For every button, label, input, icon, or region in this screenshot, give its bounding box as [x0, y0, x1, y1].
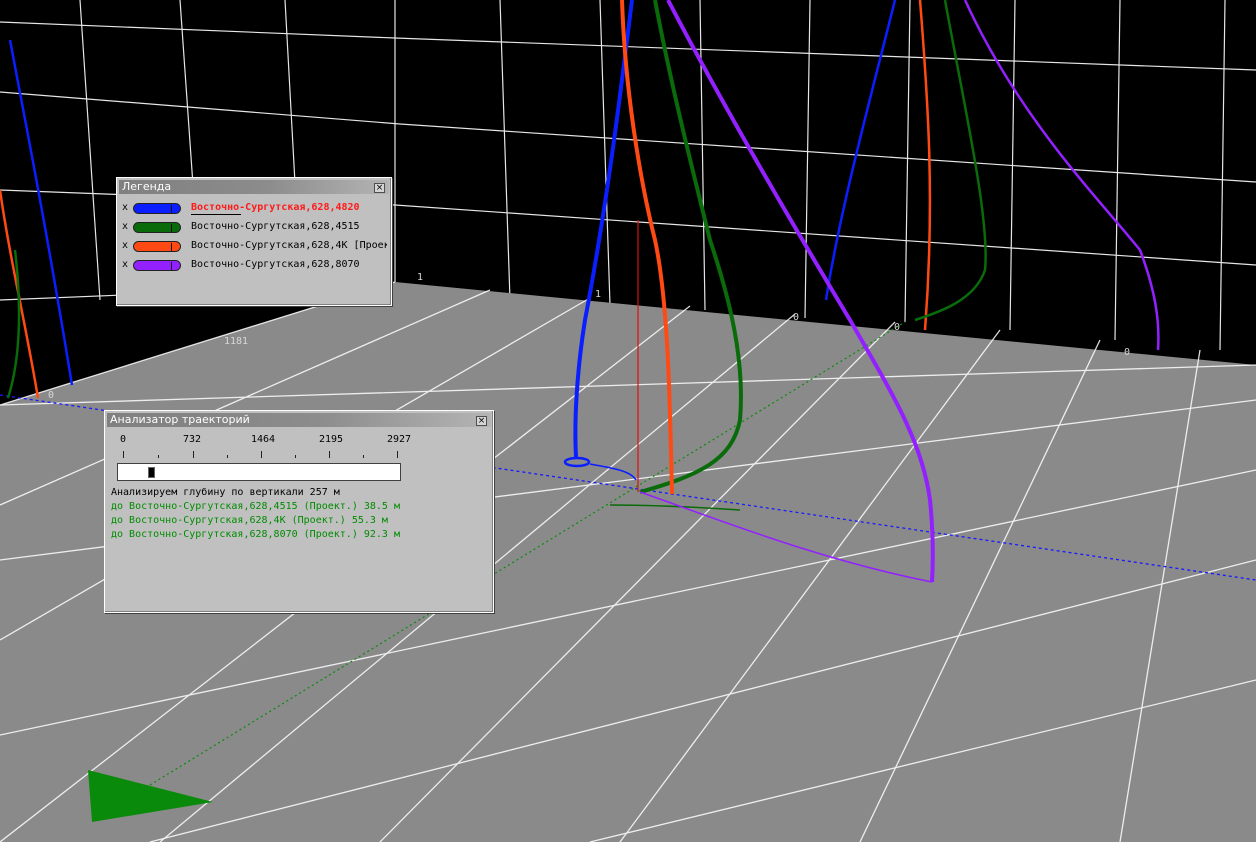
distance-line: до Восточно-Сургутская,628,8070 (Проект.… [111, 529, 400, 540]
scale-tick-mark [261, 451, 262, 458]
color-swatch[interactable] [133, 260, 181, 271]
legend-item-label: Восточно-Сургутская,628,4515 [191, 221, 360, 232]
scale-minor-tick [295, 455, 296, 458]
scale-minor-tick [227, 455, 228, 458]
legend-title: Легенда [122, 180, 172, 193]
scale-tick-label: 2927 [387, 434, 412, 445]
scale-tick-label: 1464 [251, 434, 276, 445]
axis-label: 0 [48, 390, 54, 401]
axis-label: 1 [417, 272, 423, 283]
analyzer-titlebar[interactable]: Анализатор траекторий × [107, 413, 491, 427]
color-swatch[interactable] [133, 203, 181, 214]
legend-titlebar[interactable]: Легенда × [119, 180, 389, 194]
remove-item-icon[interactable]: x [122, 219, 130, 235]
analyzer-close-icon[interactable]: × [476, 416, 487, 426]
color-swatch[interactable] [133, 222, 181, 233]
scale-tick-label: 0 [120, 434, 127, 445]
legend-item-label: Восточно-Сургутская,628,8070 [191, 259, 360, 270]
remove-item-icon[interactable]: x [122, 257, 130, 273]
analyzer-title: Анализатор траекторий [110, 413, 250, 426]
trajectory-analyzer-window[interactable]: Анализатор траекторий × 0 732 1464 2195 2927… [104, 410, 494, 613]
depth-slider-thumb[interactable] [148, 467, 155, 478]
axis-label: 1181 [224, 336, 248, 347]
axis-label: 1 [595, 289, 601, 300]
legend-window[interactable]: Легенда × x Восточно-Сургутская,628,4820 x… [116, 177, 392, 306]
color-swatch[interactable] [133, 241, 181, 252]
remove-item-icon[interactable]: x [122, 200, 130, 216]
analysis-status: Анализируем глубину по вертикали 257 м [111, 487, 340, 498]
active-underline [191, 214, 241, 215]
legend-item-label: Восточно-Сургутская,628,4К [Проект.] [191, 240, 387, 251]
scale-minor-tick [158, 455, 159, 458]
distance-line: до Восточно-Сургутская,628,4515 (Проект.… [111, 501, 400, 512]
scale-tick-label: 732 [183, 434, 202, 445]
scale-tick-label: 2195 [319, 434, 344, 445]
axis-label: 0 [894, 322, 900, 333]
scale-tick-mark [123, 451, 124, 458]
remove-item-icon[interactable]: x [122, 238, 130, 254]
scale-minor-tick [363, 455, 364, 458]
axis-label: 0 [1124, 347, 1130, 358]
distance-line: до Восточно-Сургутская,628,4К (Проект.) … [111, 515, 388, 526]
scale-tick-mark [397, 451, 398, 458]
scale-tick-mark [193, 451, 194, 458]
axis-label: 0 [793, 312, 799, 323]
depth-slider[interactable] [117, 463, 401, 481]
scale-tick-mark [329, 451, 330, 458]
legend-close-icon[interactable]: × [374, 183, 385, 193]
